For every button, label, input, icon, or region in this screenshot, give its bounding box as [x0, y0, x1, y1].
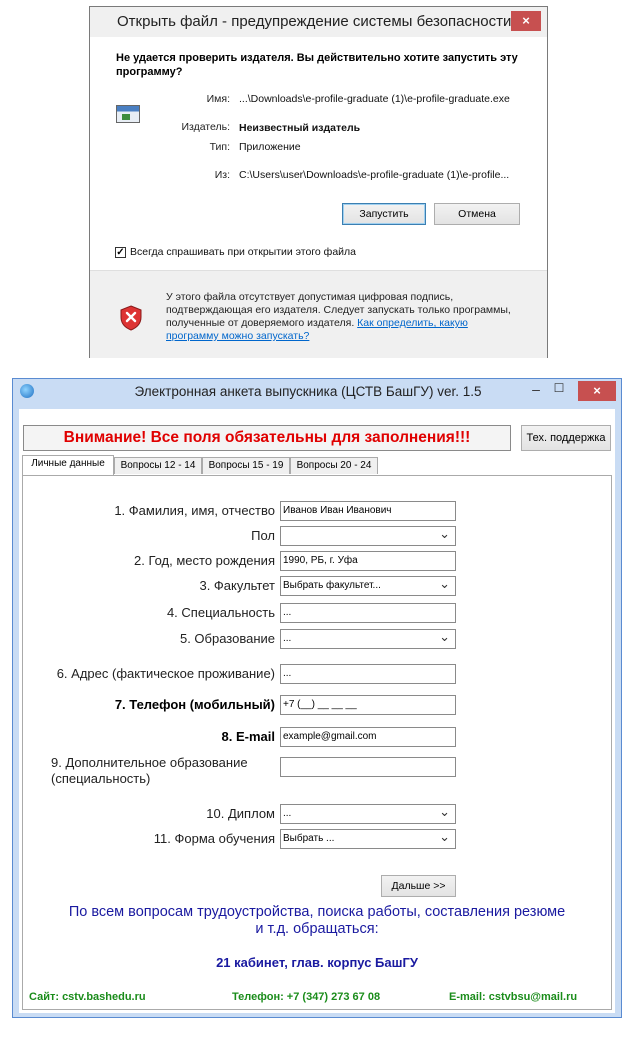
- required-fields-banner: Внимание! Все поля обязательны для запол…: [23, 425, 511, 451]
- app-title: Электронная анкета выпускника (ЦСТВ БашГ…: [134, 384, 482, 399]
- tab-questions-15-19[interactable]: Вопросы 15 - 19: [202, 457, 290, 474]
- dialog-titlebar: Открыть файл - предупреждение системы бе…: [90, 7, 547, 37]
- extra-education-field[interactable]: [280, 757, 456, 777]
- education-label: 5. Образование: [179, 631, 275, 646]
- extra-education-label-line1: 9. Дополнительное образование: [51, 755, 248, 770]
- full-name-field[interactable]: Иванов Иван Иванович: [280, 501, 456, 521]
- run-button[interactable]: Запустить: [342, 203, 426, 225]
- cancel-button[interactable]: Отмена: [434, 203, 520, 225]
- minimize-button[interactable]: –: [525, 381, 547, 399]
- address-label: 6. Адрес (фактическое проживание): [56, 666, 275, 681]
- contact-info-line1: По всем вопросам трудоустройства, поиска…: [68, 904, 566, 920]
- study-form-dropdown[interactable]: Выбрать ...: [280, 829, 456, 849]
- gender-dropdown[interactable]: [280, 526, 456, 546]
- dialog-question: Не удается проверить издателя. Вы действ…: [116, 52, 518, 78]
- specialty-label: 4. Специальность: [166, 605, 275, 620]
- education-dropdown[interactable]: ...: [280, 629, 456, 649]
- footer-phone: Телефон: +7 (347) 273 67 08: [232, 991, 381, 1003]
- phone-field[interactable]: +7 (__) __ __ __: [280, 695, 456, 715]
- faculty-dropdown[interactable]: Выбрать факультет...: [280, 576, 456, 596]
- diploma-label: 10. Диплом: [206, 806, 275, 821]
- app-client-area: Внимание! Все поля обязательны для запол…: [19, 409, 615, 1013]
- tab-personal-data[interactable]: Личные данные: [22, 455, 114, 475]
- contact-info: По всем вопросам трудоустройства, поиска…: [19, 904, 615, 938]
- warning-text-block: У этого файла отсутствует допустимая циф…: [166, 291, 516, 343]
- diploma-dropdown[interactable]: ...: [280, 804, 456, 824]
- gender-label: Пол: [251, 528, 275, 543]
- name-label: Имя:: [206, 93, 230, 105]
- always-ask-checkbox[interactable]: ✓: [115, 247, 126, 258]
- graduate-survey-window: Электронная анкета выпускника (ЦСТВ БашГ…: [12, 378, 622, 1018]
- office-location: 21 кабинет, глав. корпус БашГУ: [216, 955, 418, 970]
- email-field[interactable]: example@gmail.com: [280, 727, 456, 747]
- type-label: Тип:: [209, 141, 230, 153]
- security-warning-dialog: Открыть файл - предупреждение системы бе…: [89, 6, 548, 358]
- app-titlebar: Электронная анкета выпускника (ЦСТВ БашГ…: [13, 379, 621, 407]
- exe-file-icon: [116, 105, 140, 123]
- specialty-field[interactable]: ...: [280, 603, 456, 623]
- app-close-button[interactable]: ×: [578, 381, 616, 401]
- from-label: Из:: [214, 169, 230, 181]
- address-field[interactable]: ...: [280, 664, 456, 684]
- tab-questions-12-14[interactable]: Вопросы 12 - 14: [114, 457, 202, 474]
- publisher-label: Издатель:: [181, 121, 230, 133]
- dialog-close-button[interactable]: ×: [511, 11, 541, 31]
- email-label: 8. E-mail: [221, 729, 275, 744]
- full-name-label: 1. Фамилия, имя, отчество: [114, 503, 275, 518]
- study-form-label: 11. Форма обучения: [153, 831, 275, 846]
- footer-email: E-mail: cstvbsu@mail.ru: [449, 991, 578, 1003]
- footer-site: Сайт: cstv.bashedu.ru: [29, 991, 146, 1003]
- type-value: Приложение: [239, 141, 301, 153]
- extra-education-label-line2: (специальность): [51, 771, 151, 786]
- birth-field[interactable]: 1990, РБ, г. Уфа: [280, 551, 456, 571]
- always-ask-label: Всегда спрашивать при открытии этого фай…: [130, 246, 356, 258]
- publisher-value: Неизвестный издатель: [239, 122, 361, 134]
- faculty-label: 3. Факультет: [199, 578, 275, 593]
- dialog-title: Открыть файл - предупреждение системы бе…: [117, 13, 512, 30]
- name-value: ...\Downloads\e-profile-graduate (1)\e-p…: [239, 93, 510, 105]
- next-button[interactable]: Дальше >>: [381, 875, 456, 897]
- tech-support-button[interactable]: Тех. поддержка: [521, 425, 611, 451]
- birth-label: 2. Год, место рождения: [133, 553, 275, 568]
- red-shield-icon: [120, 305, 142, 331]
- from-value: C:\Users\user\Downloads\e-profile-gradua…: [239, 169, 510, 181]
- contact-info-line2: и т.д. обращаться:: [255, 921, 379, 937]
- phone-label: 7. Телефон (мобильный): [114, 697, 275, 712]
- maximize-button[interactable]: ☐: [548, 381, 570, 399]
- tab-questions-20-24[interactable]: Вопросы 20 - 24: [290, 457, 378, 474]
